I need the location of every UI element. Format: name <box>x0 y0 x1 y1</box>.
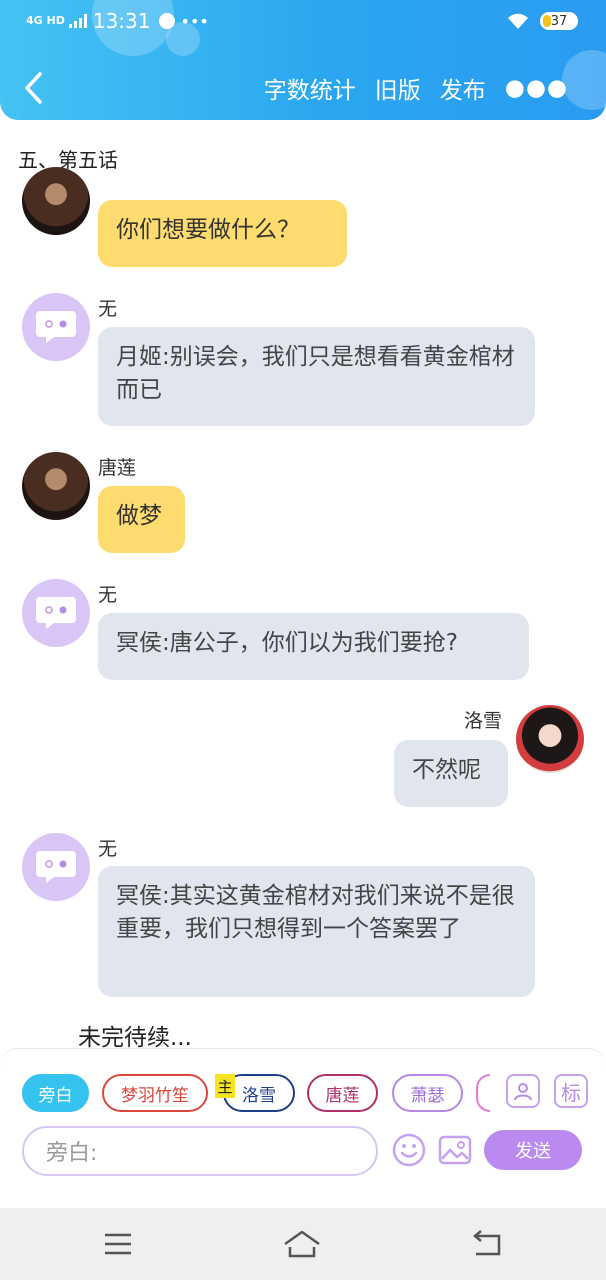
message-input[interactable]: 旁白: <box>22 1126 378 1176</box>
add-character-button[interactable] <box>506 1074 540 1108</box>
status-bar: 4G HD 13:31 ••• 37 <box>26 6 578 36</box>
message-bubble[interactable]: 你们想要做什么？ <box>98 200 347 267</box>
character-chip-tanglian[interactable]: 唐莲 <box>307 1074 378 1112</box>
wifi-icon <box>508 13 528 29</box>
signal-icon <box>68 14 87 28</box>
chat-bubble-icon <box>36 597 76 629</box>
battery-indicator: 37 <box>540 12 578 30</box>
character-chip-mengyuzhusheng[interactable]: 梦羽竹笙 <box>102 1074 208 1112</box>
character-chip-partial[interactable] <box>476 1074 490 1112</box>
avatar-tanglian[interactable] <box>22 167 90 235</box>
speaker-name: 无 <box>98 584 118 606</box>
message-bubble[interactable]: 做梦 <box>98 486 185 553</box>
character-chip-narrator[interactable]: 旁白 <box>22 1074 89 1112</box>
menu-icon[interactable] <box>98 1228 138 1260</box>
network-indicator: 4G HD <box>26 14 65 27</box>
speaker-name: 唐莲 <box>98 457 137 479</box>
to-be-continued-text: 未完待续... <box>78 1025 192 1051</box>
home-icon[interactable] <box>282 1228 322 1260</box>
old-version-button[interactable]: 旧版 <box>375 71 421 105</box>
speaker-name: 洛雪 <box>464 710 503 732</box>
message-bubble[interactable]: 冥侯:其实这黄金棺材对我们来说不是很重要，我们只想得到一个答案罢了 <box>98 866 535 997</box>
message-bubble[interactable]: 冥侯:唐公子，你们以为我们要抢? <box>98 613 529 680</box>
system-navigation-bar <box>0 1208 606 1280</box>
avatar-narrator[interactable] <box>22 579 90 647</box>
character-chip-xiaose[interactable]: 萧瑟 <box>392 1074 463 1112</box>
more-notifications-icon: ••• <box>180 11 209 31</box>
person-icon <box>514 1083 532 1101</box>
avatar-luoxue[interactable] <box>516 705 584 773</box>
app-notification-icon <box>158 13 175 29</box>
avatar-narrator[interactable] <box>22 833 90 901</box>
emoji-icon[interactable] <box>391 1132 427 1168</box>
avatar-tanglian[interactable] <box>22 452 90 520</box>
back-arrow-icon[interactable] <box>20 70 48 106</box>
main-character-tag: 主 <box>215 1074 235 1098</box>
publish-button[interactable]: 发布 <box>440 71 486 105</box>
avatar-narrator[interactable] <box>22 293 90 361</box>
more-options-icon[interactable]: ●●● <box>505 75 568 101</box>
image-icon[interactable] <box>437 1132 473 1168</box>
back-icon[interactable] <box>466 1228 506 1260</box>
send-button[interactable]: 发送 <box>484 1130 582 1170</box>
word-count-button[interactable]: 字数统计 <box>264 71 356 105</box>
header: 4G HD 13:31 ••• 37 字数统计 旧版 发布 ●●● <box>0 0 606 120</box>
chat-bubble-icon <box>36 851 76 883</box>
message-bubble[interactable]: 不然呢 <box>394 740 508 807</box>
toolbar: 字数统计 旧版 发布 ●●● <box>0 66 606 110</box>
speaker-name: 无 <box>98 298 118 320</box>
mark-button[interactable]: 标 <box>554 1074 588 1108</box>
speaker-name: 无 <box>98 838 118 860</box>
clock: 13:31 <box>92 9 151 33</box>
message-bubble[interactable]: 月姬:别误会，我们只是想看看黄金棺材而已 <box>98 327 535 426</box>
chat-bubble-icon <box>36 311 76 343</box>
